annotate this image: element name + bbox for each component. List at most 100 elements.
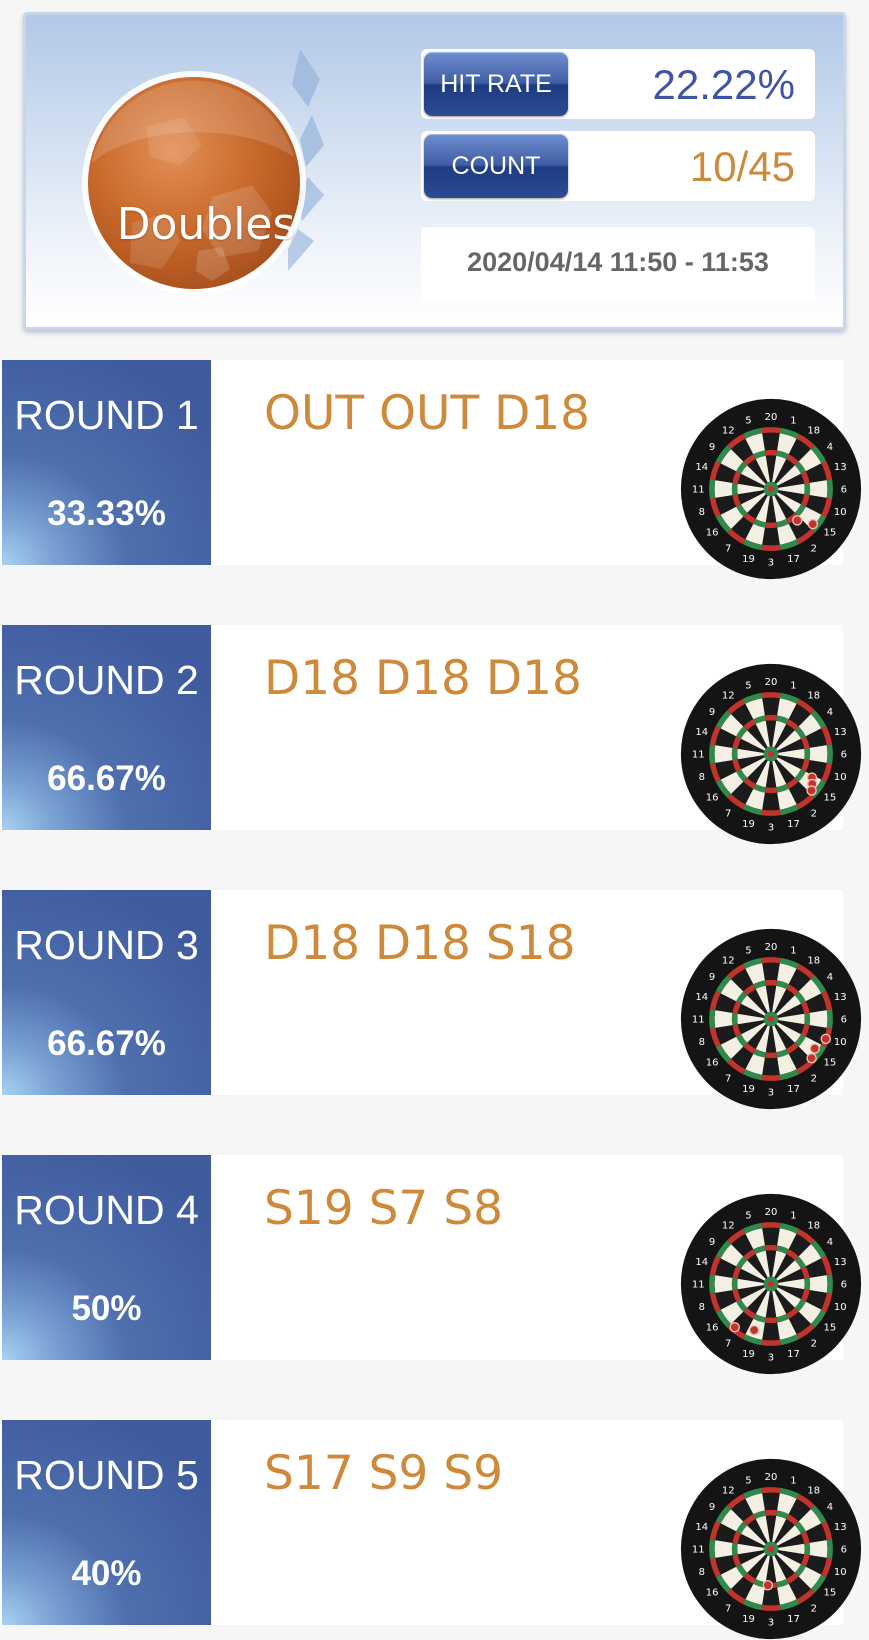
dartboard-number: 20 (765, 942, 778, 953)
dartboard-number: 14 (695, 1522, 708, 1533)
dartboard-number: 16 (706, 1057, 719, 1068)
dart-hit-marker-icon (729, 1321, 740, 1333)
dartboard-number: 10 (834, 1567, 847, 1578)
dartboard-number: 5 (745, 680, 751, 691)
dartboard-number: 5 (745, 945, 751, 956)
dartboard-number: 15 (824, 1587, 837, 1598)
round-throws: D18 D18 D18 (264, 651, 582, 706)
dartboard-number: 6 (841, 1545, 847, 1556)
dartboard-number: 1 (790, 1475, 796, 1486)
round-row[interactable]: ROUND 3 66.67% D18 D18 S18 20 1 18 4 13 6 10 15… (0, 890, 862, 1110)
dartboard-number: 2 (811, 544, 817, 555)
summary-card: Doubles HIT RATE 22.22% COUNT 10/45 2020… (23, 12, 846, 330)
dartboard-number: 6 (841, 1015, 847, 1026)
round-name: ROUND 1 (14, 392, 199, 438)
dartboard-number: 16 (706, 527, 719, 538)
dartboard-number: 8 (699, 1302, 705, 1313)
hit-rate-label: HIT RATE (424, 52, 568, 116)
dartboard-number: 10 (834, 1302, 847, 1313)
round-name: ROUND 2 (14, 657, 199, 703)
dartboard-number: 18 (807, 1486, 820, 1497)
round-tile: ROUND 3 66.67% (2, 890, 211, 1095)
dartboard-number: 19 (742, 819, 755, 830)
dartboard-number: 16 (706, 792, 719, 803)
round-row[interactable]: ROUND 4 50% S19 S7 S8 20 1 18 4 13 6 10 15 2 17 3 1… (0, 1155, 862, 1375)
dartboard-number: 17 (787, 819, 800, 830)
dartboard-number: 18 (807, 691, 820, 702)
dartboard-number: 8 (699, 1567, 705, 1578)
dartboard-number: 11 (692, 1015, 705, 1026)
dartboard-number: 9 (709, 1237, 715, 1248)
round-throws: S17 S9 S9 (264, 1446, 503, 1501)
dartboard-icon: 20 1 18 4 13 6 10 15 2 17 3 19 7 16 8 11 14 9 12 5 (680, 928, 862, 1110)
dartboard-number: 7 (725, 1604, 731, 1615)
dartboard-number: 18 (807, 426, 820, 437)
dartboard-number: 13 (834, 462, 847, 473)
dartboard-number: 1 (790, 415, 796, 426)
session-time-box: 2020/04/14 11:50 - 11:53 (421, 227, 815, 301)
round-rate: 66.67% (47, 1024, 166, 1063)
count-row: COUNT 10/45 (421, 131, 815, 201)
dartboard-number: 9 (709, 972, 715, 983)
dartboard-number: 8 (699, 507, 705, 518)
round-rate: 33.33% (47, 494, 166, 533)
dartboard-number: 18 (807, 1221, 820, 1232)
dartboard-number: 20 (765, 1472, 778, 1483)
dartboard-number: 13 (834, 992, 847, 1003)
dartboard-number: 11 (692, 1545, 705, 1556)
dartboard-number: 19 (742, 1084, 755, 1095)
dartboard-number: 13 (834, 727, 847, 738)
dartboard-number: 20 (765, 1207, 778, 1218)
dartboard-number: 9 (709, 442, 715, 453)
round-throws: OUT OUT D18 (264, 386, 591, 441)
dartboard-icon: 20 1 18 4 13 6 10 15 2 17 3 19 7 16 8 11 14 9 12 5 (680, 663, 862, 845)
dartboard-number: 19 (742, 1349, 755, 1360)
round-row[interactable]: ROUND 1 33.33% OUT OUT D18 20 1 18 4 13 6 10 15… (0, 360, 862, 580)
dartboard-icon: 20 1 18 4 13 6 10 15 2 17 3 19 7 16 8 11 14 9 12 5 (680, 1193, 862, 1375)
round-row[interactable]: ROUND 2 66.67% D18 D18 D18 20 1 18 4 13 6 10 15… (0, 625, 862, 845)
dartboard-number: 12 (722, 1221, 735, 1232)
dartboard-number: 13 (834, 1522, 847, 1533)
dartboard-number: 2 (811, 809, 817, 820)
dartboard-number: 7 (725, 544, 731, 555)
round-rate: 66.67% (47, 759, 166, 798)
dartboard-number: 10 (834, 772, 847, 783)
dartboard-number: 17 (787, 554, 800, 565)
dart-hit-marker-icon (809, 1043, 820, 1054)
dartboard-number: 14 (695, 992, 708, 1003)
dartboard-number: 4 (827, 442, 833, 453)
round-rate: 50% (71, 1289, 142, 1328)
round-tile: ROUND 4 50% (2, 1155, 211, 1360)
dartboard-number: 20 (765, 677, 778, 688)
round-row[interactable]: ROUND 5 40% S17 S9 S9 20 1 18 4 13 6 10 15 2 17 3 1… (0, 1420, 862, 1640)
dartboard-number: 17 (787, 1349, 800, 1360)
dartboard-number: 16 (706, 1322, 719, 1333)
dartboard-number: 3 (768, 1617, 774, 1628)
dartboard-number: 3 (768, 1352, 774, 1363)
dartboard-number: 4 (827, 707, 833, 718)
dartboard-number: 13 (834, 1257, 847, 1268)
dartboard-number: 9 (709, 1502, 715, 1513)
dartboard-number: 6 (841, 1280, 847, 1291)
dartboard-number: 15 (824, 1057, 837, 1068)
dart-hit-marker-icon (807, 518, 819, 530)
count-label: COUNT (424, 134, 568, 198)
dart-hit-marker-icon (806, 785, 817, 796)
round-name: ROUND 3 (14, 922, 199, 968)
doubles-badge: Doubles (62, 45, 332, 315)
dartboard-number: 2 (811, 1604, 817, 1615)
dartboard-number: 12 (722, 1486, 735, 1497)
dartboard-number: 12 (722, 691, 735, 702)
dartboard-number: 19 (742, 554, 755, 565)
dartboard-number: 2 (811, 1074, 817, 1085)
dart-hit-marker-icon (806, 1052, 817, 1064)
dartboard-number: 5 (745, 1210, 751, 1221)
dartboard-number: 15 (824, 792, 837, 803)
dartboard-number: 3 (768, 822, 774, 833)
hit-rate-value: 22.22% (652, 61, 795, 108)
dartboard-number: 5 (745, 415, 751, 426)
dartboard-number: 15 (824, 1322, 837, 1333)
dart-hit-marker-icon (762, 1580, 774, 1591)
dartboard-number: 6 (841, 485, 847, 496)
session-time: 2020/04/14 11:50 - 11:53 (467, 247, 769, 277)
